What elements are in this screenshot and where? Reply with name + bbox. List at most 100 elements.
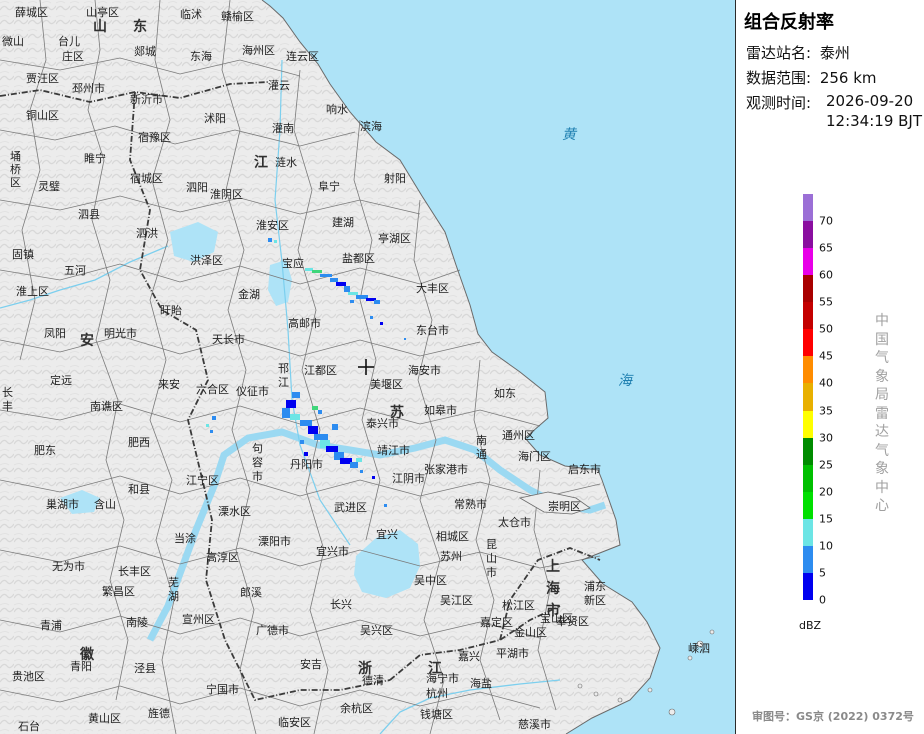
place-label: 金湖 xyxy=(238,288,260,301)
place-label: 凤阳 xyxy=(44,327,66,340)
place-label: 长兴 xyxy=(330,598,352,611)
place-label: 平湖市 xyxy=(496,647,529,660)
place-label: 美堰区 xyxy=(370,378,403,391)
place-label: 固镇 xyxy=(12,248,34,261)
place-label: 泗县 xyxy=(78,208,100,221)
place-label: 浦东新区 xyxy=(584,580,606,607)
legend-color-swatch xyxy=(803,572,813,601)
place-label: 太仓市 xyxy=(498,516,531,529)
place-label: 江阴市 xyxy=(392,472,425,485)
place-label: 埇桥区 xyxy=(10,150,21,189)
place-label: 肥西 xyxy=(128,436,150,449)
place-label: 东海 xyxy=(190,50,212,63)
place-label: 庄区 xyxy=(62,50,84,63)
place-label: 溧水区 xyxy=(218,505,251,518)
place-label: 安吉 xyxy=(300,658,322,671)
place-label: 灌南 xyxy=(272,122,294,135)
place-label: 邗江 xyxy=(278,362,289,389)
place-label: 灌云 xyxy=(268,79,290,92)
place-label: 江宁区 xyxy=(186,474,219,487)
place-label: 临沭 xyxy=(180,8,202,21)
place-label: 常熟市 xyxy=(454,498,487,511)
sea-label-sea: 海 xyxy=(618,373,632,389)
place-label: 和县 xyxy=(128,483,150,496)
place-label: 泗洪 xyxy=(136,227,158,240)
place-label: 长丰区 xyxy=(118,565,151,578)
place-label: 沭阳 xyxy=(204,112,226,125)
place-label: 泰兴市 xyxy=(366,417,399,430)
legend-tick-label: 25 xyxy=(819,458,833,472)
place-label: 仪征市 xyxy=(236,385,269,398)
place-label: 宣州区 xyxy=(182,613,215,626)
place-label: 宝应 xyxy=(282,257,304,270)
place-label: 海宁市 xyxy=(426,672,459,685)
time-label: 观测时间: xyxy=(746,94,812,112)
station-value: 泰州 xyxy=(819,44,850,62)
place-label: 肥东 xyxy=(34,444,56,457)
place-label: 建湖 xyxy=(332,216,354,229)
place-label: 嘉兴 xyxy=(458,650,480,663)
place-label: 铜山区 xyxy=(26,109,59,122)
place-label: 涟水 xyxy=(275,156,297,169)
place-label: 射阳 xyxy=(384,172,406,185)
sea-label-yellow: 黄 xyxy=(562,127,576,143)
place-label: 淮安区 xyxy=(256,219,289,232)
place-label: 滨海 xyxy=(360,120,382,133)
time-row: 观测时间: xyxy=(746,92,811,113)
legend-colorbar xyxy=(803,194,813,601)
place-label: 江都区 xyxy=(304,364,337,377)
info-panel: 组合反射率 雷达站名: 泰州 数据范围: 256 km 观测时间: 2026-0… xyxy=(735,0,924,734)
place-label: 溧阳市 xyxy=(258,535,291,548)
place-label: 宿城区 xyxy=(130,172,163,185)
place-label: 贾汪区 xyxy=(26,72,59,85)
place-label: 泾县 xyxy=(134,662,156,675)
product-title: 组合反射率 xyxy=(744,12,834,33)
place-label: 灵璧 xyxy=(38,180,60,193)
place-label: 南通 xyxy=(476,434,487,461)
place-label: 余杭区 xyxy=(340,702,373,715)
place-label: 靖江市 xyxy=(377,444,410,457)
legend-tick-label: 40 xyxy=(819,376,833,390)
place-label: 巢湖市 xyxy=(46,498,79,511)
range-label: 数据范围: xyxy=(746,69,812,87)
place-label: 无为市 xyxy=(52,560,85,573)
place-label: 明光市 xyxy=(104,327,137,340)
place-label: 新沂市 xyxy=(130,93,163,106)
legend-tick-label: 45 xyxy=(819,349,833,363)
place-label: 宁国市 xyxy=(206,683,239,696)
place-label: 如东 xyxy=(494,387,516,400)
radar-map[interactable]: 山 东 江 安 苏 上 海 市 浙 江 徽 黄 海 薛城区 山亭区 临沭 赣榆区… xyxy=(0,0,735,734)
place-label: 金山区 xyxy=(514,626,547,639)
place-label: 武进区 xyxy=(334,501,367,514)
place-label: 赣榆区 xyxy=(221,10,254,23)
place-label: 长丰 xyxy=(2,386,13,413)
place-label: 响水 xyxy=(326,103,348,116)
place-label: 亭湖区 xyxy=(378,232,411,245)
place-label: 高淳区 xyxy=(206,551,239,564)
place-label: 苏州 xyxy=(440,550,462,563)
legend-tick-label: 35 xyxy=(819,404,833,417)
place-label: 薛城区 xyxy=(15,6,48,19)
legend-tick-label: 30 xyxy=(819,431,833,445)
place-label: 六合区 xyxy=(196,383,229,396)
legend-color-swatch xyxy=(803,221,813,249)
legend-tick-label: 65 xyxy=(819,241,833,255)
place-label: 洪泽区 xyxy=(190,254,223,267)
place-label: 青浦 xyxy=(40,619,62,632)
place-label: 定远 xyxy=(50,374,72,387)
time-date: 2026-09-20 xyxy=(826,92,914,110)
province-label-anhui: 安 xyxy=(80,333,94,349)
legend-tick-label: 70 xyxy=(819,214,833,228)
legend-tick-label: 5 xyxy=(819,566,826,580)
place-label: 阜宁 xyxy=(318,180,340,193)
map-approval-number: 审图号：GS京 (2022) 0372号 xyxy=(752,710,914,723)
place-label: 海州区 xyxy=(242,44,275,57)
place-label: 淮上区 xyxy=(16,285,49,298)
legend-color-swatch xyxy=(803,356,813,384)
place-label: 山亭区 xyxy=(86,6,119,19)
range-value: 256 km xyxy=(819,69,877,87)
radar-page: 山 东 江 安 苏 上 海 市 浙 江 徽 黄 海 薛城区 山亭区 临沭 赣榆区… xyxy=(0,0,924,734)
legend-color-swatch xyxy=(803,302,813,330)
place-label: 松江区 xyxy=(502,599,535,612)
place-label: 嘉定区 xyxy=(480,616,513,629)
